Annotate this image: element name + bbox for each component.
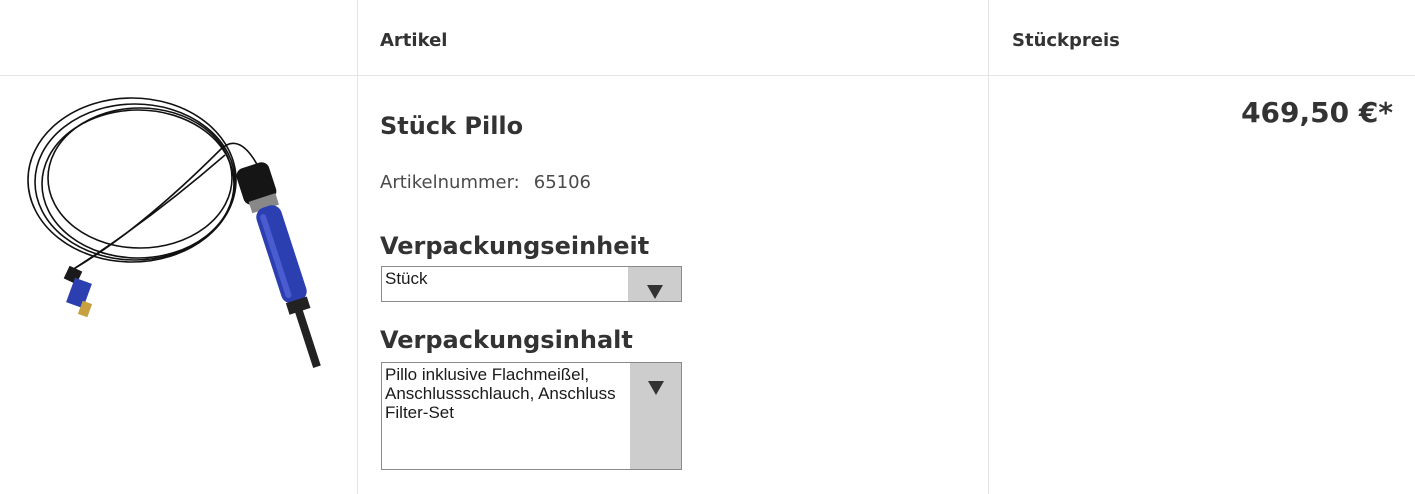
packaging-content-value: Pillo inklusive Flachmeißel, Anschlusssc… (385, 365, 616, 422)
packaging-unit-select[interactable]: Stück (381, 266, 682, 302)
select-arrow-box (630, 363, 681, 469)
cart-table: Artikel Stückpreis Stück Pillo Artikelnu… (0, 0, 1415, 494)
article-column-header: Artikel (380, 30, 448, 51)
chevron-down-icon (647, 381, 664, 395)
product-image[interactable] (20, 90, 340, 375)
packaging-content-label: Verpackungsinhalt (380, 326, 633, 354)
chevron-down-icon (646, 285, 663, 299)
article-number-value: 65106 (533, 172, 592, 193)
header-divider (0, 75, 1415, 76)
article-number: Artikelnummer: 65106 (380, 172, 591, 193)
packaging-unit-value: Stück (385, 269, 428, 288)
packaging-unit-label: Verpackungseinheit (380, 232, 650, 260)
product-title[interactable]: Stück Pillo (380, 112, 523, 140)
unit-price-column-header: Stückpreis (1012, 30, 1120, 51)
packaging-content-select[interactable]: Pillo inklusive Flachmeißel, Anschlusssc… (381, 362, 682, 470)
unit-price: 469,50 €* (1241, 96, 1393, 129)
article-number-label: Artikelnummer: (380, 172, 520, 193)
select-arrow-box (628, 267, 681, 301)
